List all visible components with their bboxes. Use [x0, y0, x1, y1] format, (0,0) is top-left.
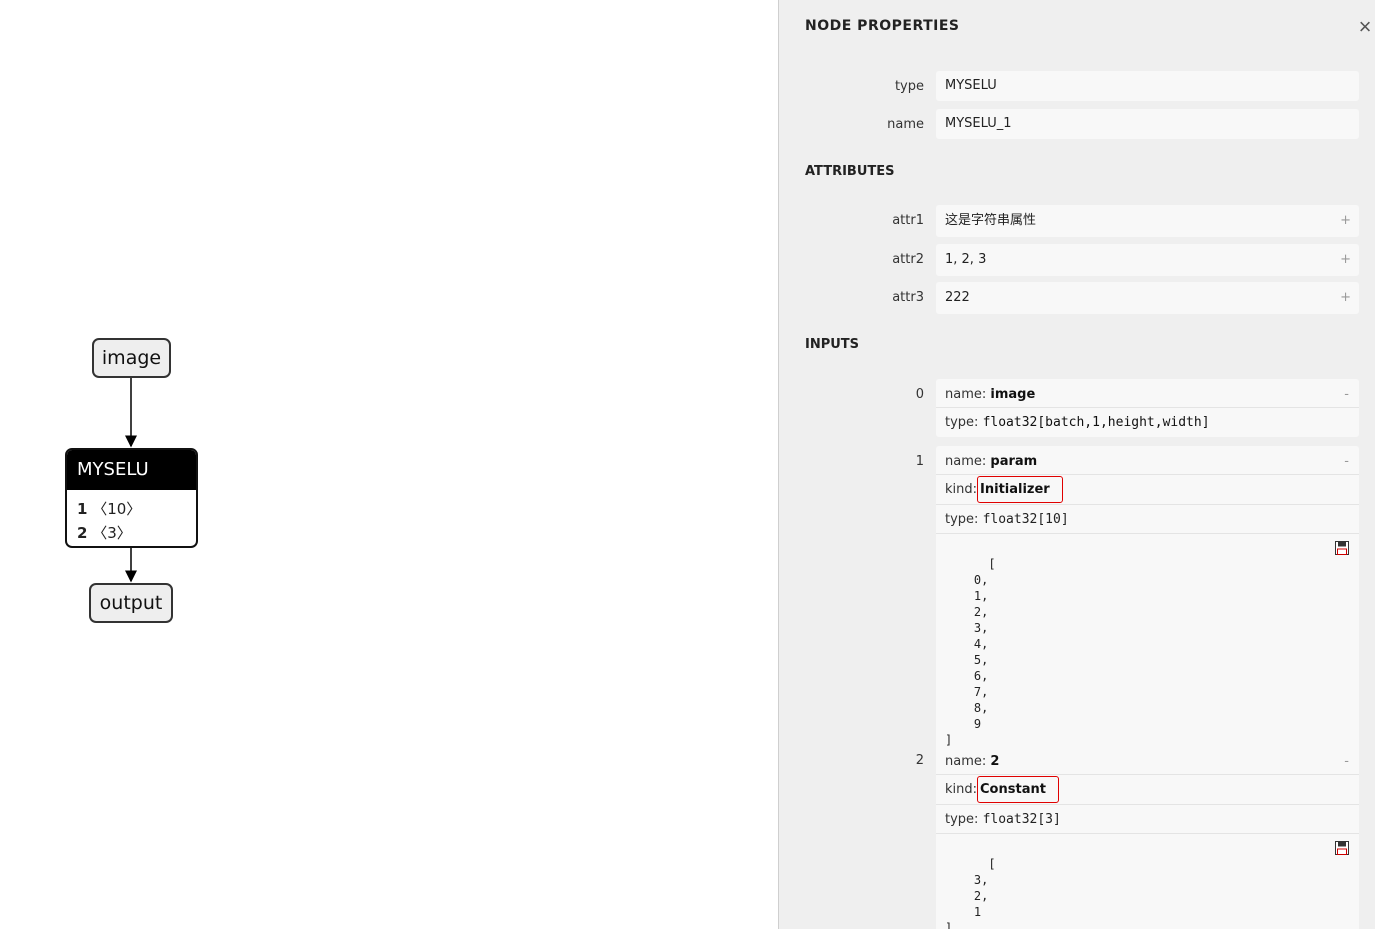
input-0-name-row: name: image - [936, 379, 1359, 408]
input-0-index: 0 [915, 387, 924, 402]
op-attr-shape: 〈10〉 [92, 500, 142, 518]
type-key: type: [945, 512, 983, 527]
attr1-value: 这是字符串属性 [945, 213, 1037, 228]
name-key: name: [945, 387, 991, 402]
attr3-field[interactable]: 222 + [936, 282, 1359, 314]
close-icon[interactable]: × [1355, 16, 1375, 38]
input-0-field[interactable]: name: image - type: float32[batch,1,heig… [936, 379, 1359, 437]
attr3-value: 222 [945, 290, 970, 305]
type-label: type [894, 79, 924, 94]
name-key: name: [945, 454, 991, 469]
expand-icon[interactable]: + [1340, 205, 1351, 237]
input-2-type: float32[3] [982, 812, 1061, 827]
op-node-attr-row: 1 〈10〉 [77, 497, 196, 521]
input-0-type-row: type: float32[batch,1,height,width] [936, 408, 1359, 437]
name-field[interactable]: MYSELU_1 [936, 109, 1359, 139]
input-2-name: 2 [990, 754, 1000, 769]
type-key: type: [945, 415, 983, 430]
input-1-kind-badge: Initializer [977, 476, 1063, 503]
kind-key: kind: [945, 782, 978, 797]
input-1-index: 1 [915, 454, 924, 469]
attr3-label: attr3 [892, 290, 924, 305]
input-0-name: image [990, 387, 1036, 402]
kind-key: kind: [945, 482, 978, 497]
node-properties-panel: NODE PROPERTIES × type MYSELU name MYSEL… [778, 0, 1375, 929]
op-node-attrs: 1 〈10〉 2 〈3〉 [67, 490, 196, 545]
attr1-field[interactable]: 这是字符串属性 + [936, 205, 1359, 237]
input-2-kind-badge: Constant [977, 776, 1059, 803]
input-0-type: float32[batch,1,height,width] [982, 415, 1210, 430]
input-2-tensor-text: [ 3, 2, 1 ] [945, 857, 996, 929]
input-1-name-row: name: param - [936, 446, 1359, 475]
expand-icon[interactable]: + [1340, 244, 1351, 276]
type-field[interactable]: MYSELU [936, 71, 1359, 101]
op-node-attr-row: 2 〈3〉 [77, 521, 196, 545]
op-node-title: MYSELU [67, 450, 196, 490]
input-1-type-row: type: float32[10] [936, 505, 1359, 534]
name-label: name [887, 117, 924, 132]
op-attr-index: 2 [77, 524, 88, 542]
collapse-icon[interactable]: - [1344, 379, 1349, 410]
input-1-kind-row: kind: Initializer [936, 475, 1359, 505]
input-2-index: 2 [915, 753, 924, 768]
input-2-field[interactable]: name: 2 - kind: Constant type: float32[3]… [936, 746, 1359, 929]
input-node-image[interactable]: image [92, 338, 171, 378]
attr2-value: 1, 2, 3 [945, 252, 987, 267]
input-1-name: param [990, 454, 1038, 469]
op-attr-shape: 〈3〉 [92, 524, 132, 542]
collapse-icon[interactable]: - [1344, 446, 1349, 477]
input-1-type: float32[10] [982, 512, 1069, 527]
save-icon[interactable] [1335, 541, 1349, 555]
attr2-label: attr2 [892, 252, 924, 267]
graph-canvas[interactable]: image MYSELU 1 〈10〉 2 〈3〉 output [0, 0, 778, 929]
input-1-tensor-text: [ 0, 1, 2, 3, 4, 5, 6, 7, 8, 9 ] [945, 557, 996, 747]
panel-title: NODE PROPERTIES [805, 18, 960, 34]
collapse-icon[interactable]: - [1344, 746, 1349, 777]
name-key: name: [945, 754, 991, 769]
input-2-name-row: name: 2 - [936, 746, 1359, 775]
save-icon[interactable] [1335, 841, 1349, 855]
input-2-tensor-value: [ 3, 2, 1 ] [936, 834, 1359, 929]
inputs-section-title: INPUTS [805, 337, 860, 352]
input-1-field[interactable]: name: param - kind: Initializer type: flo… [936, 446, 1359, 786]
attr1-label: attr1 [892, 213, 924, 228]
attributes-section-title: ATTRIBUTES [805, 164, 895, 179]
attr2-field[interactable]: 1, 2, 3 + [936, 244, 1359, 276]
input-2-type-row: type: float32[3] [936, 805, 1359, 834]
input-2-kind-row: kind: Constant [936, 775, 1359, 805]
type-key: type: [945, 812, 983, 827]
output-node[interactable]: output [89, 583, 173, 623]
op-attr-index: 1 [77, 500, 88, 518]
op-node-myselu[interactable]: MYSELU 1 〈10〉 2 〈3〉 [65, 448, 198, 548]
expand-icon[interactable]: + [1340, 282, 1351, 314]
